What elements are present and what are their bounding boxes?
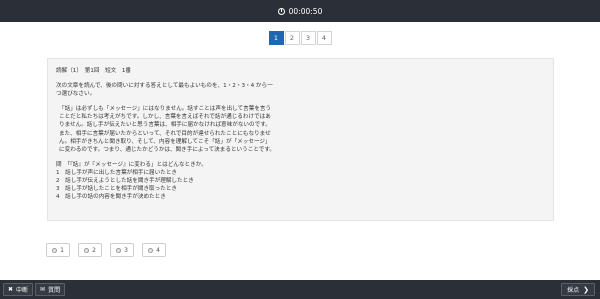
grade-button[interactable]: 採点 ❯ xyxy=(561,283,595,296)
answer-option-1[interactable]: 1 xyxy=(46,243,70,257)
page-button-4[interactable]: 4 xyxy=(316,31,332,45)
question-button[interactable]: ✉ 質問 xyxy=(35,283,66,296)
instruction-line: つ選びなさい。 xyxy=(56,91,96,98)
option-text: 4 話し手の話の内容を聞き手が決めたとき xyxy=(56,194,166,201)
question-label: 質問 xyxy=(48,287,61,294)
option-text: 3 話し手が話したことを相手が聞き取ったとき xyxy=(56,186,178,193)
radio-icon xyxy=(116,247,122,253)
page-button-1[interactable]: 1 xyxy=(268,31,284,45)
option-text: 1 話し手が声に出した言葉が相手に届いたとき xyxy=(56,169,178,176)
passage-line: 「話」は必ずしも「メッセージ」にはなりません。話すことは声を出して言葉を言う xyxy=(59,106,272,113)
answer-option-label: 4 xyxy=(156,246,160,254)
reading-passage: 読解（1） 第1回 短文 1番 次の文章を読んで、後の問いに対する答えとして最も… xyxy=(47,58,554,221)
grade-label: 採点 xyxy=(567,287,580,294)
clock-icon xyxy=(277,7,285,15)
instruction-line: 次の文章を読んで、後の問いに対する答えとして最もよいものを、1・2・3・4 から… xyxy=(56,83,273,90)
radio-icon xyxy=(84,247,90,253)
radio-icon xyxy=(52,247,58,253)
passage-heading: 読解（1） 第1回 短文 1番 xyxy=(56,68,132,74)
passage-line: りません。話し手が伝えたいと思う言葉は、相手に届かなければ意味がないのです。 xyxy=(59,122,271,129)
option-text: 2 話し手が伝えようとした話を聞き手が理解したとき xyxy=(56,178,194,185)
page-button-2[interactable]: 2 xyxy=(284,31,300,45)
answer-option-label: 2 xyxy=(92,246,96,254)
answer-choices: 1 2 3 4 xyxy=(46,243,166,257)
close-icon: ✖ xyxy=(8,286,14,293)
suspend-label: 中断 xyxy=(16,287,29,294)
passage-body: 「話」は必ずしも「メッセージ」にはなりません。話すことは声を出して言葉を言う こ… xyxy=(56,105,545,154)
answer-option-label: 1 xyxy=(60,246,64,254)
passage-line: また、相手に言葉が届いたからといって、それで目的が達せられたことにもなりませ xyxy=(59,130,271,137)
chevron-right-icon: ❯ xyxy=(583,285,589,294)
answer-option-4[interactable]: 4 xyxy=(142,243,166,257)
passage-line: ん。相手がきちんと聞き取り、そして、内容を理解してこそ「話」が「メッセージ」 xyxy=(59,138,271,145)
radio-icon xyxy=(148,247,154,253)
passage-line: に変わるのです。つまり、通じたかどうかは、聞き手によって決まるということです。 xyxy=(59,146,275,153)
suspend-button[interactable]: ✖ 中断 xyxy=(3,283,34,296)
answer-option-label: 3 xyxy=(124,246,128,254)
passage-line: ことだと私たちは考えがちです。しかし、言葉を言えばそれで話が通じるわけではあ xyxy=(59,114,271,121)
answer-option-3[interactable]: 3 xyxy=(110,243,134,257)
answer-option-2[interactable]: 2 xyxy=(78,243,102,257)
timer-text: 00:00:50 xyxy=(288,6,323,16)
timer-bar: 00:00:50 xyxy=(0,0,600,22)
page-button-3[interactable]: 3 xyxy=(300,31,316,45)
bottom-toolbar: ✖ 中断 ✉ 質問 採点 ❯ xyxy=(0,280,600,299)
page-pagination: 1 2 3 4 xyxy=(0,31,600,45)
question-text: 問 「『話』が『メッセージ』に変わる」とはどんなときか。 xyxy=(56,161,207,168)
mail-icon: ✉ xyxy=(40,286,46,293)
